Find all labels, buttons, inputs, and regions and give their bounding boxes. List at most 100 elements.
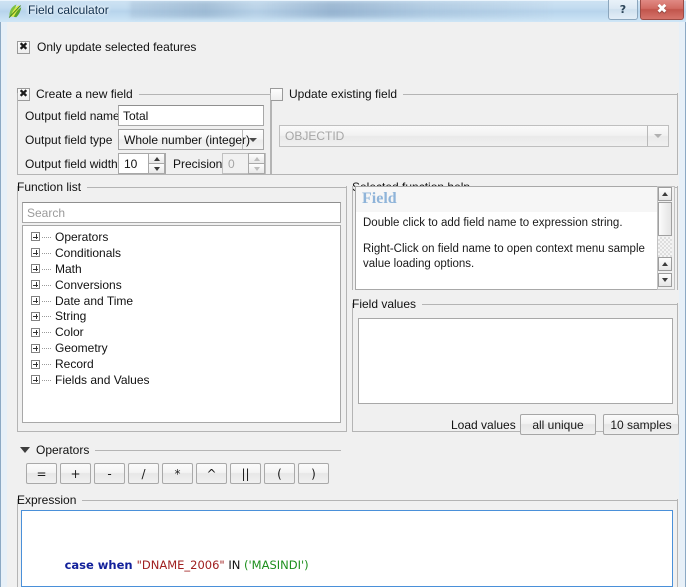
- expand-icon[interactable]: [31, 375, 40, 385]
- update-existing-field-group-bottom: [270, 174, 678, 175]
- all-unique-button[interactable]: all unique: [520, 414, 596, 435]
- tree-item[interactable]: Conversions: [23, 277, 340, 293]
- tree-item[interactable]: Conditionals: [23, 245, 340, 261]
- expr-token-field: "DNAME_2006": [136, 558, 225, 572]
- create-new-field-checkbox[interactable]: [17, 87, 30, 101]
- operator-button-divide[interactable]: /: [128, 463, 159, 484]
- tree-item[interactable]: Geometry: [23, 340, 340, 356]
- existing-field-combo[interactable]: OBJECTID: [279, 125, 669, 147]
- expand-icon[interactable]: [31, 248, 40, 258]
- operator-button-plus[interactable]: +: [60, 463, 91, 484]
- help-scrollbar[interactable]: [657, 186, 675, 290]
- tree-connector: [42, 348, 51, 350]
- output-field-type-value: Whole number (integer): [124, 132, 251, 147]
- help-scroll-track[interactable]: [658, 237, 672, 257]
- width-spin-buttons[interactable]: [148, 153, 165, 174]
- expand-icon[interactable]: [31, 343, 40, 353]
- update-existing-field-checkbox[interactable]: [270, 87, 283, 101]
- function-list-group-left-edge: [17, 186, 18, 432]
- tree-item[interactable]: Record: [23, 356, 340, 372]
- operator-button-power[interactable]: ^: [196, 463, 227, 484]
- tree-item[interactable]: Fields and Values: [23, 372, 340, 388]
- operators-group-label: Operators: [36, 443, 90, 457]
- operator-label: ^: [206, 466, 217, 481]
- client-area: Only update selected features Create a n…: [0, 22, 686, 587]
- help-group-right-edge: [677, 186, 678, 290]
- expand-icon[interactable]: [31, 280, 40, 290]
- title-bar[interactable]: Field calculator ? ✖: [0, 0, 686, 22]
- expression-editor[interactable]: case when "DNAME_2006" IN ('MASINDI') TH…: [21, 510, 673, 587]
- operator-button-equals[interactable]: =: [26, 463, 57, 484]
- expand-icon[interactable]: [31, 296, 40, 305]
- operator-label: =: [36, 466, 47, 481]
- precision-spin-buttons[interactable]: [248, 153, 265, 174]
- tree-item-label: Math: [55, 261, 82, 276]
- tree-item[interactable]: Operators: [23, 229, 340, 245]
- expand-icon[interactable]: [31, 264, 40, 274]
- tree-item-label: Color: [55, 325, 84, 340]
- tree-connector: [42, 364, 51, 366]
- operator-button-minus[interactable]: -: [94, 463, 125, 484]
- chevron-down-icon: [242, 130, 263, 149]
- window-frame-right: [679, 22, 685, 587]
- close-button[interactable]: ✖: [640, 0, 684, 20]
- output-field-name-value: Total: [123, 108, 149, 123]
- operator-button-multiply[interactable]: *: [162, 463, 193, 484]
- operator-button-concat[interactable]: ||: [230, 463, 261, 484]
- help-scroll-up-icon[interactable]: [658, 187, 672, 201]
- only-update-selected-features-checkbox[interactable]: Only update selected features: [17, 40, 196, 54]
- operator-label: (: [277, 466, 282, 481]
- function-search-placeholder: Search: [27, 205, 66, 220]
- only-update-selected-features-label: Only update selected features: [37, 40, 197, 54]
- tree-item-label: Date and Time: [55, 293, 134, 308]
- tree-connector: [42, 316, 51, 318]
- precision-label: Precision: [173, 157, 223, 171]
- chevron-down-icon[interactable]: [20, 447, 30, 453]
- expand-icon[interactable]: [31, 311, 40, 321]
- expand-icon[interactable]: [31, 232, 40, 242]
- tree-item-label: Geometry: [55, 341, 108, 356]
- field-values-list[interactable]: [358, 318, 673, 404]
- help-button[interactable]: ?: [608, 0, 638, 20]
- tree-item[interactable]: Date and Time: [23, 293, 340, 309]
- function-help-panel[interactable]: Field Double click to add field name to …: [355, 186, 675, 290]
- output-field-name-input[interactable]: Total: [118, 105, 264, 126]
- precision-spin-down-icon[interactable]: [248, 164, 265, 174]
- width-spin-up-icon[interactable]: [148, 153, 165, 164]
- expand-icon[interactable]: [31, 359, 40, 369]
- help-scroll-down-icon[interactable]: [658, 273, 672, 287]
- output-field-name-label: Output field name: [25, 109, 120, 123]
- help-body: Double click to add field name to expres…: [356, 212, 674, 287]
- operator-label: -: [107, 466, 112, 481]
- aero-glass-blur: [130, 1, 550, 18]
- tree-item[interactable]: Color: [23, 324, 340, 340]
- tree-connector: [42, 268, 51, 270]
- output-field-type-combo[interactable]: Whole number (integer): [118, 129, 264, 150]
- expand-icon[interactable]: [31, 327, 40, 337]
- function-list-group-right-edge: [346, 186, 347, 432]
- help-scroll-up-icon-secondary[interactable]: [658, 257, 672, 271]
- operator-button-open-paren[interactable]: (: [264, 463, 295, 484]
- operators-group-header[interactable]: Operators: [20, 443, 341, 457]
- function-tree[interactable]: Operators Conditionals Math Conversions …: [22, 225, 341, 423]
- tree-item[interactable]: String: [23, 308, 340, 324]
- precision-stepper[interactable]: 0: [222, 153, 266, 174]
- tree-item-label: Record: [55, 357, 94, 372]
- precision-spin-up-icon[interactable]: [248, 153, 265, 164]
- operator-button-close-paren[interactable]: ): [298, 463, 329, 484]
- function-search-input[interactable]: Search: [22, 202, 341, 223]
- expr-token-paren: ): [304, 558, 309, 572]
- output-field-width-value: 10: [124, 156, 138, 171]
- tree-connector: [42, 332, 51, 334]
- field-values-group-header: Field values: [352, 297, 678, 311]
- qgis-leaf-icon: [8, 4, 22, 18]
- output-field-width-stepper[interactable]: 10: [118, 153, 166, 174]
- ten-samples-button[interactable]: 10 samples: [603, 414, 679, 435]
- width-spin-down-icon[interactable]: [148, 164, 165, 174]
- tree-item[interactable]: Math: [23, 261, 340, 277]
- expression-group-label: Expression: [17, 493, 77, 507]
- help-scroll-thumb[interactable]: [658, 202, 672, 236]
- update-existing-field-label: Update existing field: [289, 87, 398, 101]
- tree-item-label: Fields and Values: [55, 372, 150, 387]
- create-new-field-group-header: Create a new field: [17, 87, 272, 101]
